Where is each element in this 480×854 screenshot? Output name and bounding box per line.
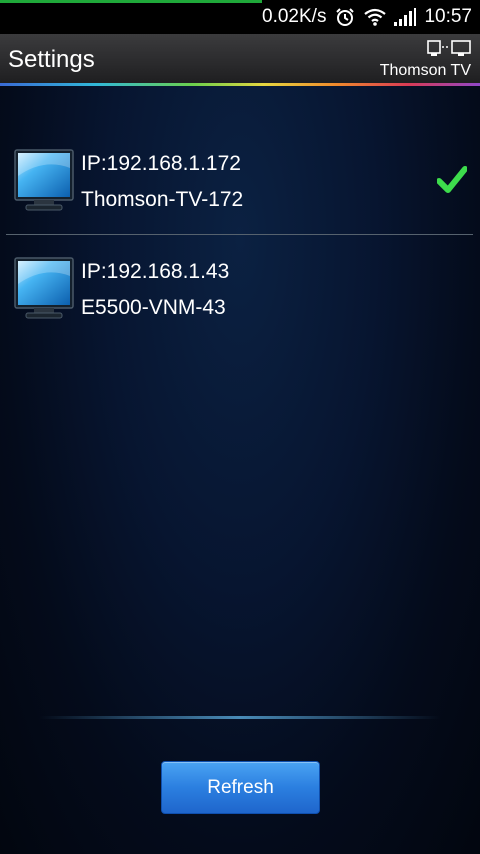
row-divider — [6, 234, 473, 235]
status-bar: 0.02K/s 10:57 — [0, 0, 480, 34]
status-indicators: 0.02K/s 10:57 — [262, 6, 472, 28]
device-name: E5500-VNM-43 — [81, 296, 226, 319]
clock: 10:57 — [424, 6, 472, 27]
tv-icon — [14, 146, 74, 217]
signal-strength-line — [0, 0, 262, 3]
device-row[interactable]: IP:192.168.1.172 Thomson-TV-172 — [0, 132, 480, 232]
footer-glow-divider — [40, 716, 440, 719]
refresh-button[interactable]: Refresh — [161, 761, 320, 814]
device-ip: IP:192.168.1.43 — [81, 260, 230, 283]
check-icon — [436, 166, 468, 199]
device-name: Thomson-TV-172 — [81, 188, 244, 211]
device-row[interactable]: IP:192.168.1.43 E5500-VNM-43 — [0, 240, 480, 340]
alarm-icon — [334, 7, 356, 27]
network-speed: 0.02K/s — [262, 6, 327, 27]
device-list-panel: IP:192.168.1.172 Thomson-TV-172 IP:192.1… — [0, 86, 480, 854]
wifi-icon — [364, 8, 387, 26]
current-tv-label: Thomson TV — [379, 62, 471, 79]
tv-switch-icon — [427, 40, 471, 63]
app-header: Settings Thomson TV — [0, 34, 480, 84]
signal-icon — [394, 8, 417, 26]
page-title: Settings — [8, 46, 95, 73]
tv-switch-button[interactable]: Thomson TV — [373, 38, 473, 82]
tv-icon — [14, 254, 74, 325]
device-ip: IP:192.168.1.172 — [81, 152, 241, 175]
